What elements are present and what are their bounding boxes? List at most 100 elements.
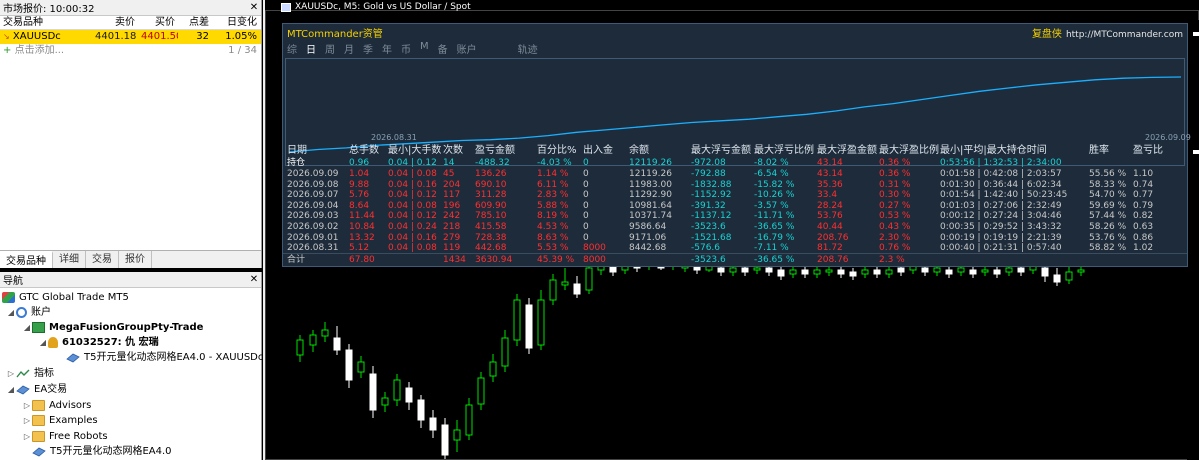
stats-day-row[interactable]: 2026.09.01 13.32 0.04 | 0.16 279 728.38 8.63 … — [283, 233, 1187, 243]
stats-cell-pl: 415.58 — [475, 222, 507, 232]
stats-cell-lots: 13.32 — [349, 232, 375, 243]
stats-cell-maxddp: -11.71 % — [754, 211, 795, 222]
mtcommander-panel: MTCommander资管 复盘侠 http://MTCommander.com … — [282, 23, 1191, 267]
stats-cell-maxddp: -10.26 % — [754, 190, 795, 201]
stats-header-cell[interactable]: 最大浮盈金额 — [817, 145, 877, 157]
add-symbol-row[interactable]: + 点击添加... 1 / 34 — [0, 44, 261, 58]
tab-currency[interactable]: 币 — [401, 41, 411, 56]
tab-ticks[interactable]: 报价 — [119, 251, 152, 268]
expand-icon[interactable]: ◢ — [6, 382, 16, 397]
tab-weekly[interactable]: 周 — [325, 41, 335, 56]
stats-header-cell[interactable]: 出入金 — [583, 145, 613, 157]
mtc-brand-cn: 复盘侠 — [1031, 28, 1062, 40]
stats-cell-minmax: 0.04 | 0.08 — [388, 243, 437, 254]
stats-day-row[interactable]: 2026.09.07 5.76 0.04 | 0.12 117 311.28 2.83 %… — [283, 190, 1187, 200]
col-ask[interactable]: 买价 — [138, 16, 178, 29]
close-icon[interactable]: ✕ — [247, 274, 261, 285]
expand-icon[interactable]: ▷ — [22, 398, 32, 413]
tree-item-accounts[interactable]: ◢ 账户 — [6, 305, 51, 320]
tab-magic[interactable]: M — [420, 41, 429, 55]
close-icon[interactable]: ✕ — [247, 2, 261, 13]
stats-day-row[interactable]: 2026.09.03 11.44 0.04 | 0.12 242 785.10 8.19 … — [283, 211, 1187, 221]
equity-end-date: 2026.09.09 — [1145, 133, 1191, 142]
expand-icon[interactable]: ◢ — [6, 305, 16, 320]
stats-cell-pct: 8.19 % — [537, 211, 569, 222]
tab-note[interactable]: 备 — [438, 41, 448, 56]
tree-item-broker[interactable]: GTC Global Trade MT5 — [2, 290, 129, 305]
add-symbol-label: + 点击添加... — [0, 44, 64, 58]
stats-day-row[interactable]: 2026.09.08 9.88 0.04 | 0.16 204 690.10 6.11 %… — [283, 180, 1187, 190]
stats-day-row[interactable]: 2026.08.31 5.12 0.04 | 0.08 119 442.68 5.53 %… — [283, 243, 1187, 253]
stats-cell-maxddp: -6.54 % — [754, 169, 789, 179]
stats-header-cell[interactable]: 最大浮亏金额 — [691, 145, 751, 157]
stats-header-cell[interactable]: 百分比% — [537, 145, 577, 157]
tree-label: Advisors — [49, 400, 92, 411]
stats-cell-bal: 12119.26 — [629, 169, 672, 179]
stats-cell-bal: 9586.64 — [629, 222, 667, 232]
mtc-site[interactable]: 复盘侠 http://MTCommander.com — [1032, 25, 1183, 40]
tree-item-running-ea[interactable]: T5开元量化动态网格EA4.0 - XAUUSDc — [66, 350, 263, 365]
col-change[interactable]: 日变化 — [212, 16, 260, 29]
stats-cell-count: 117 — [443, 190, 461, 201]
stats-cell-maxdd: -1832.88 — [691, 179, 732, 190]
tree-item-ea[interactable]: T5开元量化动态网格EA4.0 — [32, 444, 172, 459]
col-bid[interactable]: 卖价 — [92, 16, 138, 29]
tab-account[interactable]: 账户 — [457, 41, 477, 56]
tab-trading[interactable]: 交易 — [86, 251, 119, 268]
stats-header-cell[interactable]: 最大浮盈比例 — [879, 145, 939, 157]
stats-cell-minmax: 0.04 | 0.24 — [388, 222, 437, 232]
stats-header-cell[interactable]: 胜率 — [1089, 145, 1109, 157]
bid-cell: 4401.18 — [95, 31, 137, 42]
tree-item-advisors[interactable]: ▷ Advisors — [22, 398, 91, 413]
stats-header-cell[interactable]: 日期 — [287, 145, 307, 157]
stats-header-cell[interactable]: 最小|平均|最大持仓时间 — [940, 145, 1047, 157]
stats-cell-hold: 0:01:54 | 1:42:40 | 50:23:45 — [940, 190, 1068, 201]
expand-icon[interactable]: ▷ — [22, 413, 32, 428]
stats-cell-io: 0 — [583, 179, 589, 190]
stats-header-cell[interactable]: 次数 — [443, 145, 463, 157]
tree-item-free-robots[interactable]: ▷ Free Robots — [22, 429, 108, 444]
stats-cell-lots: 9.88 — [349, 179, 370, 190]
stats-cell-maxddp: -8.02 % — [754, 158, 789, 168]
stats-total-row[interactable]: 合计 67.80 1434 3630.94 45.39 % 8000 -3523.6 -36.… — [283, 255, 1187, 265]
stats-header-cell[interactable]: 总手数 — [349, 145, 379, 157]
price-axis[interactable] — [1187, 20, 1199, 460]
user-icon — [48, 337, 58, 348]
stats-header-cell[interactable]: 最大浮亏比例 — [754, 145, 814, 157]
stats-cell-bal: 8442.68 — [629, 243, 667, 254]
symbol-row[interactable]: ↘ XAUUSDc 4401.18 4401.50 32 1.05% — [0, 30, 261, 44]
col-spread[interactable]: 点差 — [178, 16, 212, 29]
tree-item-examples[interactable]: ▷ Examples — [22, 413, 98, 428]
stats-cell-bal: 9171.06 — [629, 232, 667, 243]
expand-icon[interactable]: ▷ — [6, 366, 16, 381]
stats-day-row[interactable]: 2026.09.09 1.04 0.04 | 0.08 45 136.26 1.14 % 0… — [283, 169, 1187, 179]
symbol-cell: ↘ XAUUSDc — [0, 30, 92, 44]
stats-day-row[interactable]: 2026.09.02 10.84 0.04 | 0.24 218 415.58 4.53 … — [283, 222, 1187, 232]
stats-header-cell[interactable]: 盈亏金额 — [475, 145, 515, 157]
stats-cell-minmax: 0.04 | 0.12 — [388, 190, 437, 201]
mt5-icon — [2, 292, 15, 303]
tab-daily[interactable]: 日 — [306, 41, 316, 56]
tree-item-indicators[interactable]: ▷ 指标 — [6, 366, 54, 381]
stats-position-row[interactable]: 持仓 0.96 0.04 | 0.12 14 -488.32 -4.03 % 0 12119.… — [283, 158, 1187, 168]
col-symbol[interactable]: 交易品种 — [0, 16, 92, 29]
stats-header-cell[interactable]: 盈亏比 — [1133, 145, 1163, 157]
tab-summary[interactable]: 综 — [287, 41, 297, 56]
tab-track[interactable]: 轨迹 — [518, 41, 538, 56]
stats-cell-win: 53.76 % — [1089, 232, 1127, 243]
stats-header-cell[interactable]: 余额 — [629, 145, 649, 157]
tab-monthly[interactable]: 月 — [344, 41, 354, 56]
tab-quarterly[interactable]: 季 — [363, 41, 373, 56]
expand-icon[interactable]: ▷ — [22, 429, 32, 444]
stats-cell-bal: 10981.64 — [629, 200, 672, 211]
tab-symbols[interactable]: 交易品种 — [0, 251, 53, 268]
tree-item-account[interactable]: ◢ 61032527: 仇 宏瑞 — [38, 335, 159, 350]
tab-yearly[interactable]: 年 — [382, 41, 392, 56]
expand-icon[interactable]: ◢ — [38, 335, 48, 350]
expand-icon[interactable]: ◢ — [22, 320, 32, 335]
tab-details[interactable]: 详细 — [53, 251, 86, 268]
tree-item-experts[interactable]: ◢ EA交易 — [6, 382, 67, 397]
stats-day-row[interactable]: 2026.09.04 8.64 0.04 | 0.08 196 609.90 5.88 %… — [283, 201, 1187, 211]
tree-item-server[interactable]: ◢ MegaFusionGroupPty-Trade — [22, 320, 203, 335]
stats-header-cell[interactable]: 最小|大手数 — [388, 145, 441, 157]
